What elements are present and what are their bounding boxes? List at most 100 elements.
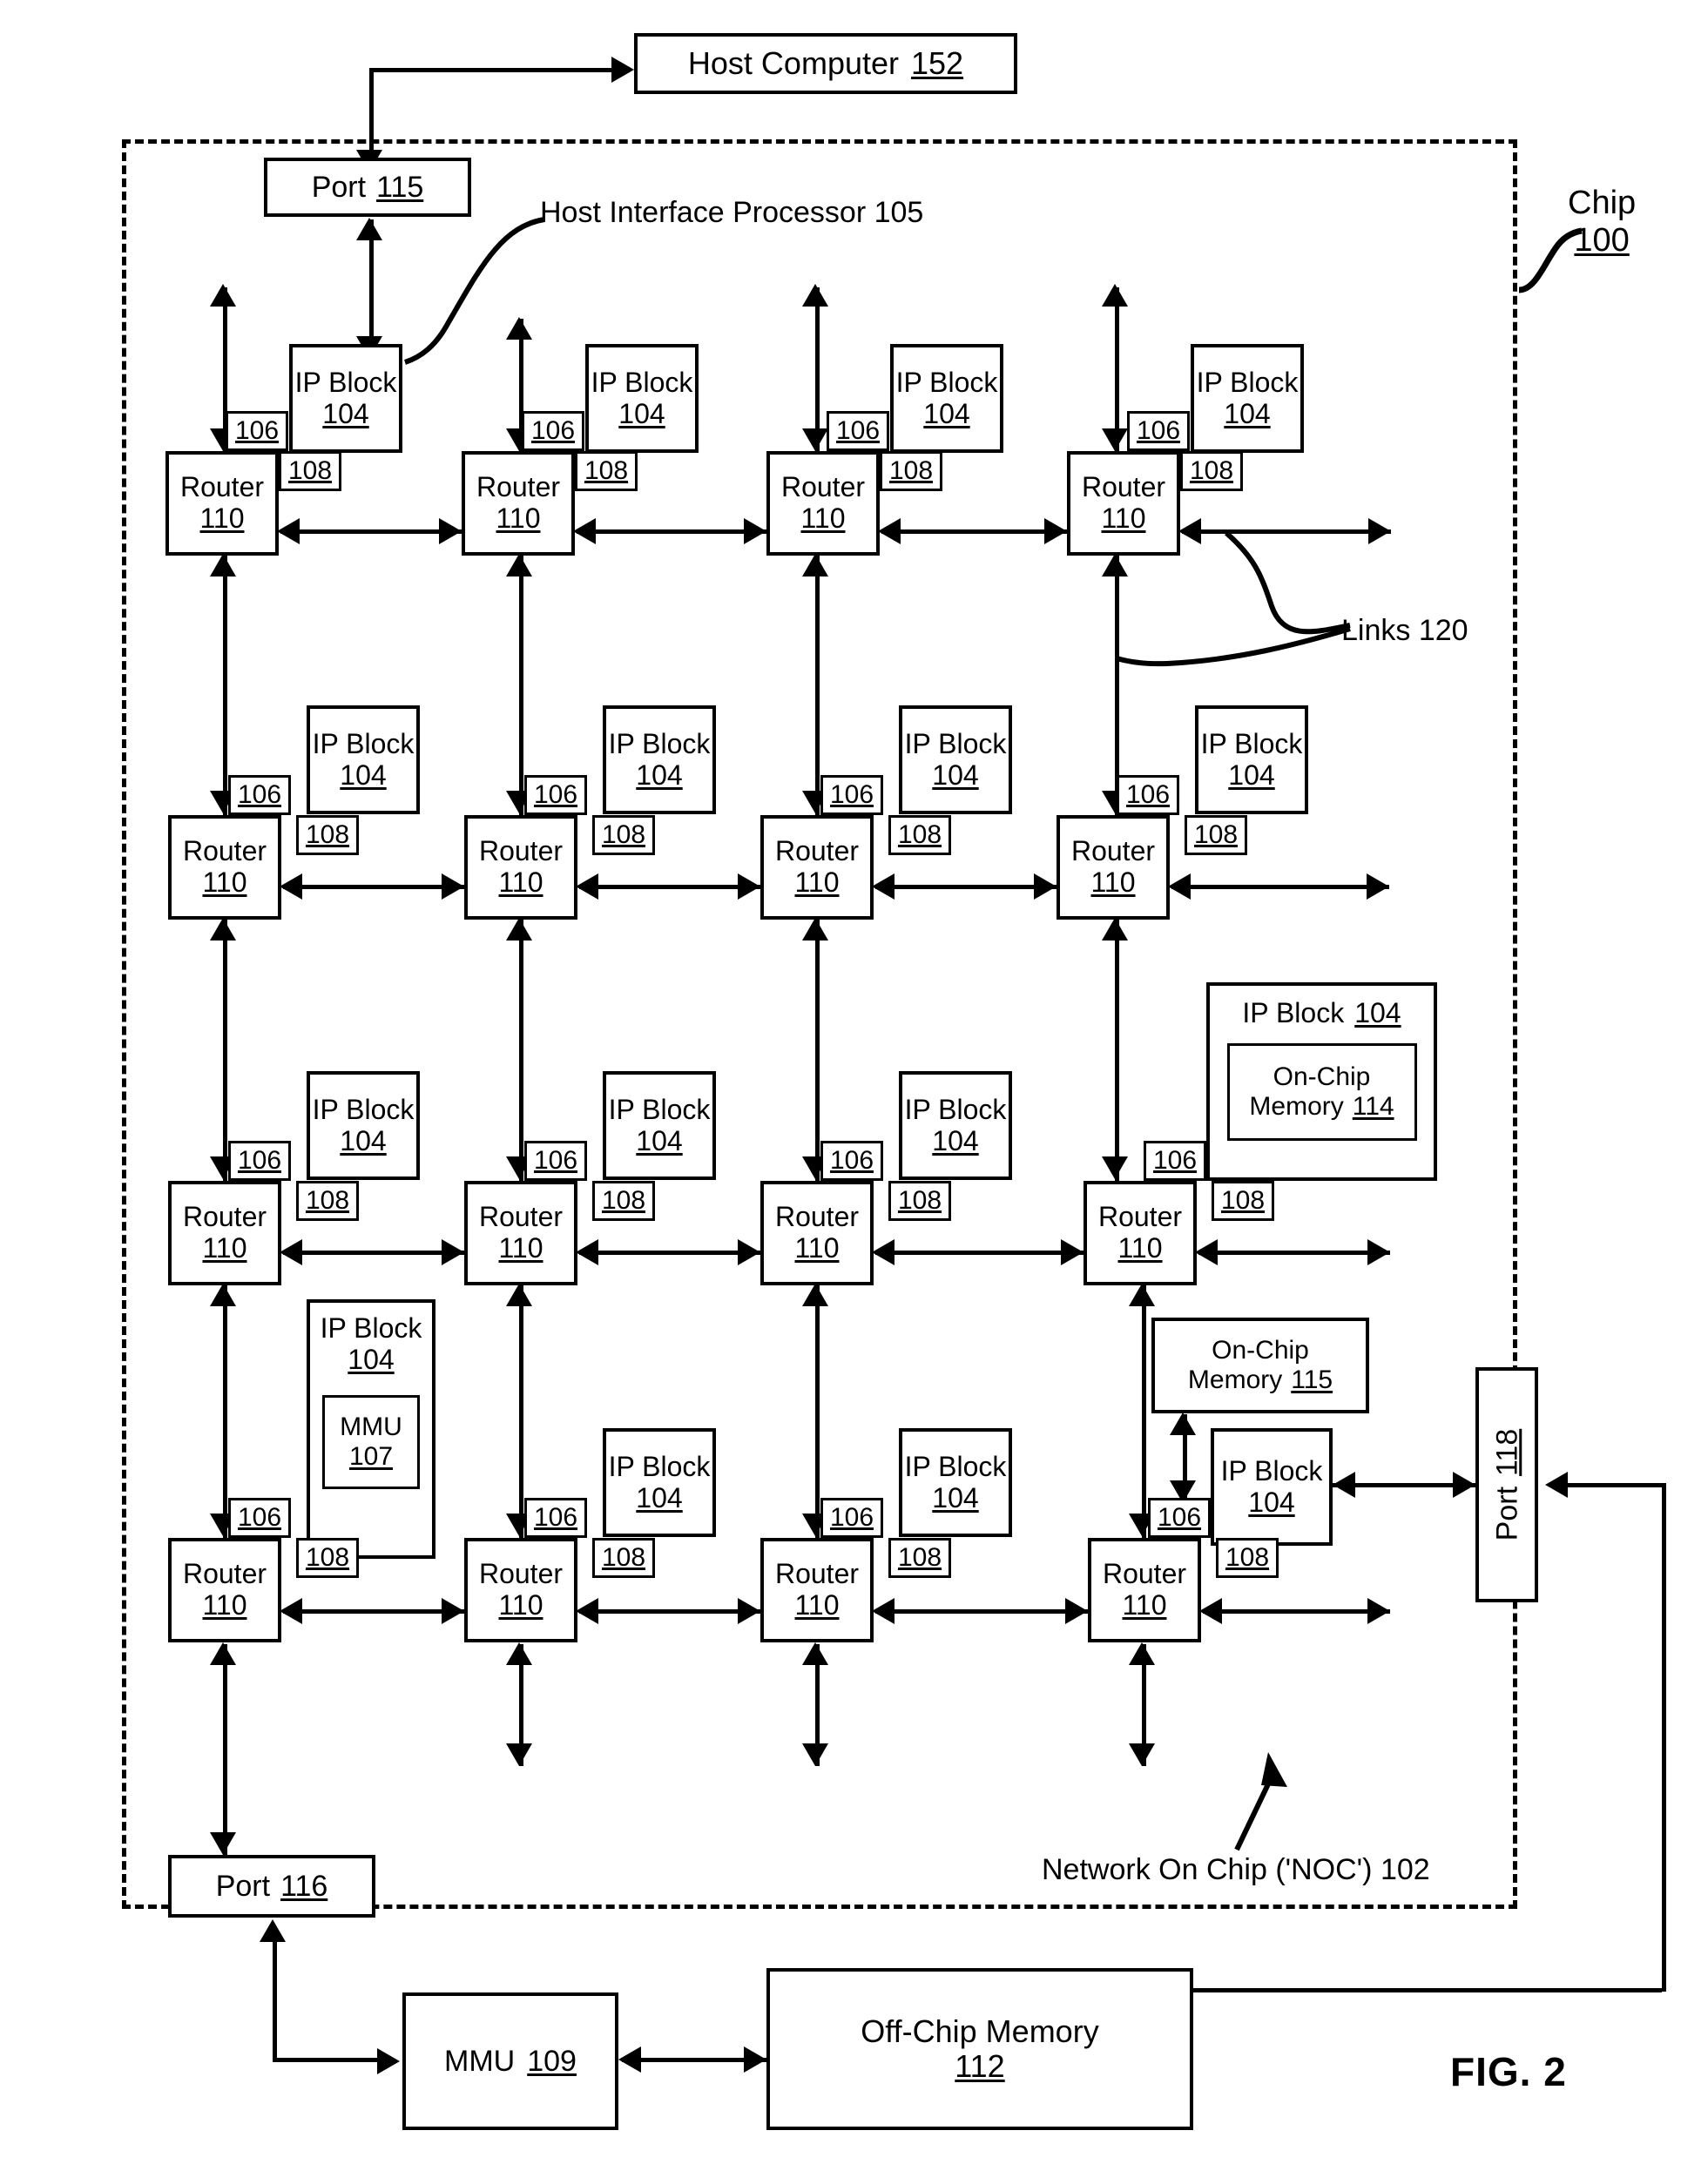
col3-bottom-arrow-up-icon (1129, 1642, 1155, 1665)
ip-block-label: IP Block (608, 727, 711, 759)
col2-top-arrow-up-icon (802, 284, 828, 307)
ip-block-r3c1: IP Block 104 (603, 1428, 716, 1537)
row2-c1c2-arrow-left-icon (576, 1239, 598, 1265)
router-ref: 110 (794, 866, 840, 898)
tag-106-text: 106 (829, 1146, 874, 1176)
router-ref: 110 (498, 866, 543, 898)
col2-top-arrow-down-icon (802, 428, 828, 451)
router-ref: 110 (800, 502, 846, 534)
col2-bottom-arrow-down-icon (802, 1743, 828, 1766)
tag-106-r1c0: 106 (228, 775, 291, 815)
row0-c1c2-arrow-left-icon (573, 518, 596, 544)
ip-block-ref: 104 (322, 397, 369, 429)
router-ref: 110 (202, 1589, 247, 1621)
row2-c3edge-arrow-left-icon (1195, 1239, 1218, 1265)
port-118-label: Port (1489, 1486, 1523, 1541)
tag-106-text: 106 (533, 780, 578, 810)
ip-block-label: IP Block (608, 1450, 711, 1482)
router-r0c1: Router 110 (462, 451, 575, 556)
router-label: Router (182, 835, 267, 867)
port-115-label: Port (311, 170, 367, 204)
tag-108-r2c0: 108 (296, 1181, 359, 1221)
tag-108-text: 108 (287, 456, 333, 486)
router-label: Router (1081, 471, 1166, 503)
router-r1c3: Router 110 (1057, 815, 1170, 920)
row2-c0c1-arrow-right-icon (442, 1239, 464, 1265)
tag-108-text: 108 (897, 1543, 942, 1573)
ip-block-label: IP Block (294, 366, 397, 398)
tag-108-text: 108 (1220, 1186, 1266, 1216)
tag-108-r0c3: 108 (1180, 451, 1243, 491)
router-r3c0-to-port116-line (223, 1644, 227, 1857)
ip-block-r0c0: IP Block 104 (289, 344, 402, 453)
ip-block-label: IP Block (1200, 727, 1303, 759)
mmu-109-ref: 109 (527, 2044, 577, 2078)
col0-link-r1-r2 (223, 920, 227, 1181)
port118-return-h1 (1568, 1483, 1666, 1487)
col2-link-r0-r1 (815, 556, 820, 815)
tag-108-r2c3: 108 (1212, 1181, 1274, 1221)
router-ref: 110 (1122, 1589, 1167, 1621)
ipblock-port118-arrow-right-icon (1453, 1472, 1475, 1498)
router-r3c0-port116-arrow-down-icon (210, 1832, 236, 1855)
row0-c3edge-arrow-left-icon (1178, 518, 1201, 544)
row3-c0c1-arrow-right-icon (442, 1598, 464, 1624)
router-ref: 110 (1117, 1232, 1163, 1264)
tag-106-r1c2: 106 (820, 775, 883, 815)
ip-block-ref: 104 (923, 397, 970, 429)
col3-r0r1-arrow-up-icon (1102, 554, 1128, 576)
router-label: Router (774, 1201, 860, 1233)
col1-link-r0-r1 (519, 556, 523, 815)
mmu-107-ref: 107 (348, 1441, 394, 1471)
on-chip-memory-114-ref: 114 (1352, 1091, 1394, 1121)
on-chip-memory-115-box: On-Chip Memory 115 (1151, 1318, 1369, 1413)
ip-block-r3c2: IP Block 104 (899, 1428, 1012, 1537)
tag-106-r0c2: 106 (827, 411, 889, 451)
ip-block-label: IP Block (904, 1093, 1007, 1125)
col1-link-r1-r2 (519, 920, 523, 1181)
router-label: Router (478, 1201, 564, 1233)
router-r0c3: Router 110 (1067, 451, 1180, 556)
tag-106-r0c0: 106 (226, 411, 288, 451)
row3-link-c1-c2 (579, 1609, 760, 1614)
row3-c1c2-arrow-left-icon (576, 1598, 598, 1624)
router-ref: 110 (202, 866, 247, 898)
row3-c2c3-arrow-left-icon (872, 1598, 895, 1624)
router-r1c0: Router 110 (168, 815, 281, 920)
ocm115-arrow-up-icon (1170, 1412, 1196, 1435)
tag-106-text: 106 (237, 1146, 282, 1176)
col1-bottom-arrow-down-icon (506, 1743, 532, 1766)
router-ref: 110 (496, 502, 541, 534)
router-r2c0: Router 110 (168, 1181, 281, 1285)
mmu-offchip-arrow-right-icon (744, 2046, 766, 2073)
on-chip-memory-115-line2: Memory (1187, 1365, 1283, 1394)
port116-mmu-arrow-right-icon (377, 2048, 400, 2074)
row0-c2c3-arrow-right-icon (1044, 518, 1067, 544)
router-label: Router (476, 471, 561, 503)
col1-r0r1-arrow-up-icon (506, 554, 532, 576)
router-label: Router (774, 1558, 860, 1590)
ip-block-r1c2: IP Block 104 (899, 705, 1012, 814)
tag-108-r3c3: 108 (1216, 1538, 1279, 1578)
tag-108-text: 108 (1225, 1543, 1270, 1573)
ip-block-r1c0: IP Block 104 (307, 705, 420, 814)
col3-r1r2-arrow-down-icon (1102, 1156, 1128, 1179)
ip-block-label: IP Block (1220, 1454, 1323, 1487)
ip-block-r0c2: IP Block 104 (890, 344, 1003, 453)
col0-r1r2-arrow-up-icon (210, 918, 236, 941)
on-chip-memory-114-box: On-Chip Memory 114 (1226, 1042, 1417, 1141)
tag-106-r1c1: 106 (524, 775, 587, 815)
tag-106-text: 106 (234, 416, 280, 446)
col2-r1r2-arrow-up-icon (802, 918, 828, 941)
col0-link-r2-r3 (223, 1285, 227, 1538)
col0-r0r1-arrow-up-icon (210, 554, 236, 576)
tag-106-text: 106 (530, 416, 576, 446)
tag-106-r3c0: 106 (228, 1498, 291, 1538)
on-chip-memory-114-line1: On-Chip (1273, 1062, 1371, 1092)
port118-return-h2 (1193, 1988, 1662, 1992)
tag-106-text: 106 (1157, 1503, 1202, 1533)
router-ref: 110 (1101, 502, 1146, 534)
tag-108-r0c1: 108 (575, 451, 638, 491)
port116-mmu-arrow-up-icon (260, 1919, 286, 1942)
chip-label-line1: Chip (1568, 185, 1637, 221)
